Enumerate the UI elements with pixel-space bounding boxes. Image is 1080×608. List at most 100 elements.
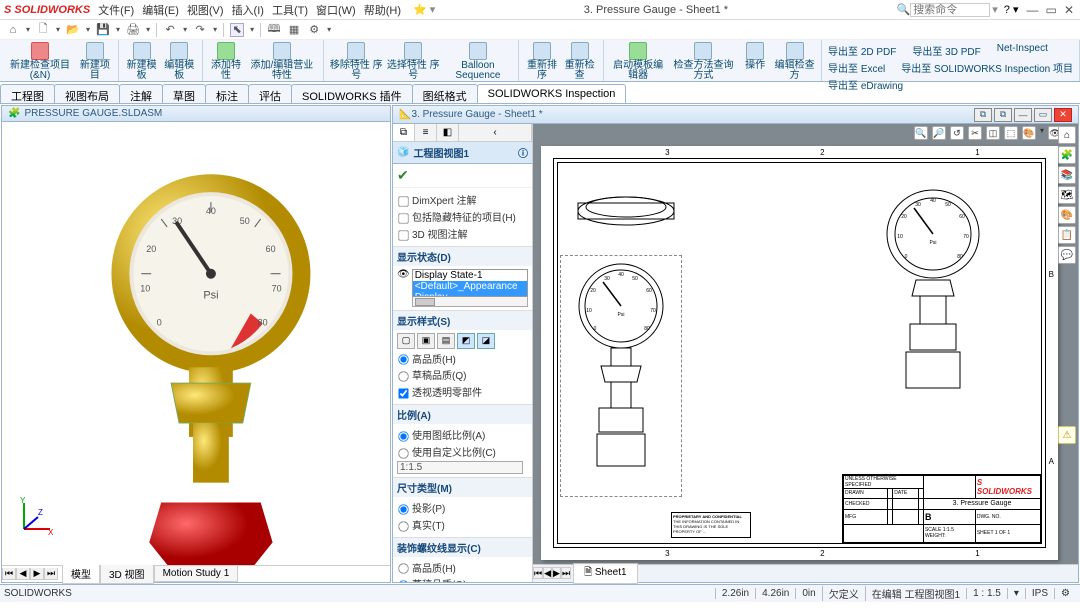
edit-template-button[interactable]: 编辑模板 — [162, 42, 196, 81]
pm-pin-icon[interactable]: ⓘ — [518, 145, 528, 160]
home-icon[interactable]: ⌂ — [6, 23, 20, 37]
taskpane-appear-icon[interactable]: 🎨 — [1058, 206, 1076, 224]
search-input[interactable] — [910, 3, 990, 17]
new-inspection-project-button[interactable]: 新建检查项目(&N) — [6, 42, 74, 81]
taskpane-view-icon[interactable]: 🗺 — [1058, 186, 1076, 204]
radio-thread-draft[interactable]: 草稿品质(Q) — [397, 576, 528, 582]
inspection-method-button[interactable]: 检查方法查询方式 — [671, 42, 736, 81]
export-netinspect-link[interactable]: Net-Inspect — [997, 43, 1048, 58]
pm-tab-display[interactable]: ◧ — [437, 124, 459, 141]
child-popup-button[interactable]: ⧉ — [974, 108, 992, 122]
redo-icon[interactable]: ↷ — [193, 23, 207, 37]
taskpane-warning-icon[interactable]: ⚠ — [1058, 426, 1076, 444]
pm-ok-button[interactable]: ✔ — [393, 164, 532, 188]
launch-template-editor-button[interactable]: 启动模板编辑器 — [610, 42, 667, 81]
tab-nav-first[interactable]: ⏮ — [2, 568, 16, 580]
radio-true[interactable]: 真实(T) — [397, 517, 528, 533]
viewcube-icon[interactable]: ◫ — [986, 126, 1000, 140]
style-shaded-button[interactable]: ◪ — [477, 333, 495, 349]
sheet-tab-1[interactable]: 🗎 Sheet1 — [573, 563, 638, 584]
tab-drawing[interactable]: 工程图 — [0, 84, 55, 103]
rebuild-icon[interactable]: 🕮 — [267, 23, 281, 37]
menu-view[interactable]: 视图(V) — [187, 2, 224, 18]
zoomfit-icon[interactable]: 🔍 — [914, 126, 928, 140]
taskpane-lib-icon[interactable]: 📚 — [1058, 166, 1076, 184]
new-template-button[interactable]: 新建模板 — [125, 42, 159, 81]
tab-viewlayout[interactable]: 视图布局 — [54, 84, 120, 103]
drawing-sheet[interactable]: 3 2 1 3 2 1 B A — [541, 146, 1058, 560]
menu-window[interactable]: 窗口(W) — [316, 2, 356, 18]
balloon-sequence-button[interactable]: Balloon Sequence — [444, 42, 512, 81]
edit-operation-button[interactable]: 操作 — [740, 42, 770, 71]
select-icon[interactable]: ⬉ — [230, 23, 244, 37]
drawing-view-top[interactable] — [571, 181, 681, 236]
taskpane-res-icon[interactable]: 🧩 — [1058, 146, 1076, 164]
child-popup2-button[interactable]: ⧉ — [994, 108, 1012, 122]
bottom-tab-motion[interactable]: Motion Study 1 — [154, 566, 239, 582]
options-icon[interactable]: ▦ — [287, 23, 301, 37]
tab-nav-last[interactable]: ⏭ — [44, 568, 58, 580]
child-minimize-button[interactable]: — — [1014, 108, 1032, 122]
export-3dpdf-link[interactable]: 导出至 3D PDF — [912, 43, 980, 58]
style-shadededge-button[interactable]: ◩ — [457, 333, 475, 349]
pm-tab-config[interactable]: ≡ — [415, 124, 437, 141]
status-flag-icon[interactable]: ▾ — [1007, 588, 1025, 599]
tab-nav-prev[interactable]: ◀ — [16, 568, 30, 580]
menu-file[interactable]: 文件(F) — [98, 2, 134, 18]
new-project-link[interactable]: 新建项目 — [78, 42, 112, 81]
sheet-nav-last[interactable]: ⏭ — [561, 567, 571, 579]
menu-help[interactable]: 帮助(H) — [364, 2, 401, 18]
menu-dropdown-icon[interactable]: ⭐ ▾ — [413, 3, 435, 16]
reinspect-button[interactable]: 重新检查 — [563, 42, 597, 81]
radio-draftq[interactable]: 草稿品质(Q) — [397, 367, 528, 383]
display-state-list[interactable]: Display State-1 <Default>_Appearance Dis… — [412, 269, 528, 297]
export-swip-link[interactable]: 导出至 SOLIDWORKS Inspection 项目 — [901, 60, 1073, 75]
tab-sheetformat[interactable]: 图纸格式 — [412, 84, 478, 103]
style-hidden-button[interactable]: ▣ — [417, 333, 435, 349]
print-icon[interactable]: 🖨 — [126, 23, 140, 37]
menu-edit[interactable]: 编辑(E) — [142, 2, 179, 18]
bottom-tab-3dview[interactable]: 3D 视图 — [100, 564, 154, 584]
add-characteristic-button[interactable]: 添加特性 — [209, 42, 243, 81]
select-characteristic-button[interactable]: 选择特性 序号 — [387, 42, 440, 81]
radio-highq[interactable]: 高品质(H) — [397, 351, 528, 367]
sheet-nav-next[interactable]: ▶ — [552, 567, 561, 579]
child-restore-button[interactable]: ▭ — [1034, 108, 1052, 122]
restore-button[interactable]: ▭ — [1046, 3, 1057, 17]
export-excel-link[interactable]: 导出至 Excel — [828, 60, 885, 75]
section-icon[interactable]: ✂ — [968, 126, 982, 140]
status-units[interactable]: IPS — [1025, 588, 1054, 599]
model-3d-viewport[interactable]: 01020 304050 607080 Psi — [2, 122, 390, 565]
search-dropdown-icon[interactable]: ▾ — [992, 3, 998, 16]
undo-icon[interactable]: ↶ — [163, 23, 177, 37]
settings-icon[interactable]: ⚙ — [307, 23, 321, 37]
menu-insert[interactable]: 插入(I) — [232, 2, 264, 18]
status-gear-icon[interactable]: ⚙ — [1054, 588, 1076, 599]
drawing-view-iso[interactable]: 0102030 4050607080 Psi — [868, 176, 998, 436]
radio-projected[interactable]: 投影(P) — [397, 500, 528, 516]
taskpane-home-icon[interactable]: ⌂ — [1058, 126, 1076, 144]
drawing-view-front-selected[interactable]: 0102030 4050607080 Psi — [561, 256, 681, 496]
chk-transparent[interactable]: 透视透明零部件 — [397, 384, 528, 400]
style-nohidden-button[interactable]: ▤ — [437, 333, 455, 349]
tab-evaluate[interactable]: 评估 — [248, 84, 292, 103]
export-edrawing-link[interactable]: 导出至 eDrawing — [828, 77, 903, 92]
scale-value-input[interactable] — [397, 461, 523, 474]
reorder-button[interactable]: 重新排序 — [525, 42, 559, 81]
appearance-icon[interactable]: 🎨 — [1022, 126, 1036, 140]
bottom-tab-model[interactable]: 模型 — [62, 564, 100, 584]
tab-sketch[interactable]: 草图 — [162, 84, 206, 103]
tab-inspection[interactable]: SOLIDWORKS Inspection — [477, 84, 627, 103]
radio-customscale[interactable]: 使用自定义比例(C) — [397, 444, 528, 460]
addedit-characteristic-button[interactable]: 添加/编辑营业特性 — [247, 42, 317, 81]
prevview-icon[interactable]: ↺ — [950, 126, 964, 140]
new-icon[interactable]: 🗋 — [36, 23, 50, 37]
remove-characteristic-button[interactable]: 移除特性 序号 — [330, 42, 383, 81]
drawing-window-titlebar[interactable]: 📐 3. Pressure Gauge - Sheet1 * ⧉ ⧉ — ▭ ✕ — [393, 106, 1078, 124]
style-wire-button[interactable]: ▢ — [397, 333, 415, 349]
taskpane-forum-icon[interactable]: 💬 — [1058, 246, 1076, 264]
sheet-nav-first[interactable]: ⏮ — [533, 567, 543, 579]
help-button[interactable]: ? ▾ — [1004, 3, 1019, 16]
tab-annotation[interactable]: 注解 — [119, 84, 163, 103]
model-window-titlebar[interactable]: 🧩 PRESSURE GAUGE.SLDASM — [2, 106, 390, 122]
